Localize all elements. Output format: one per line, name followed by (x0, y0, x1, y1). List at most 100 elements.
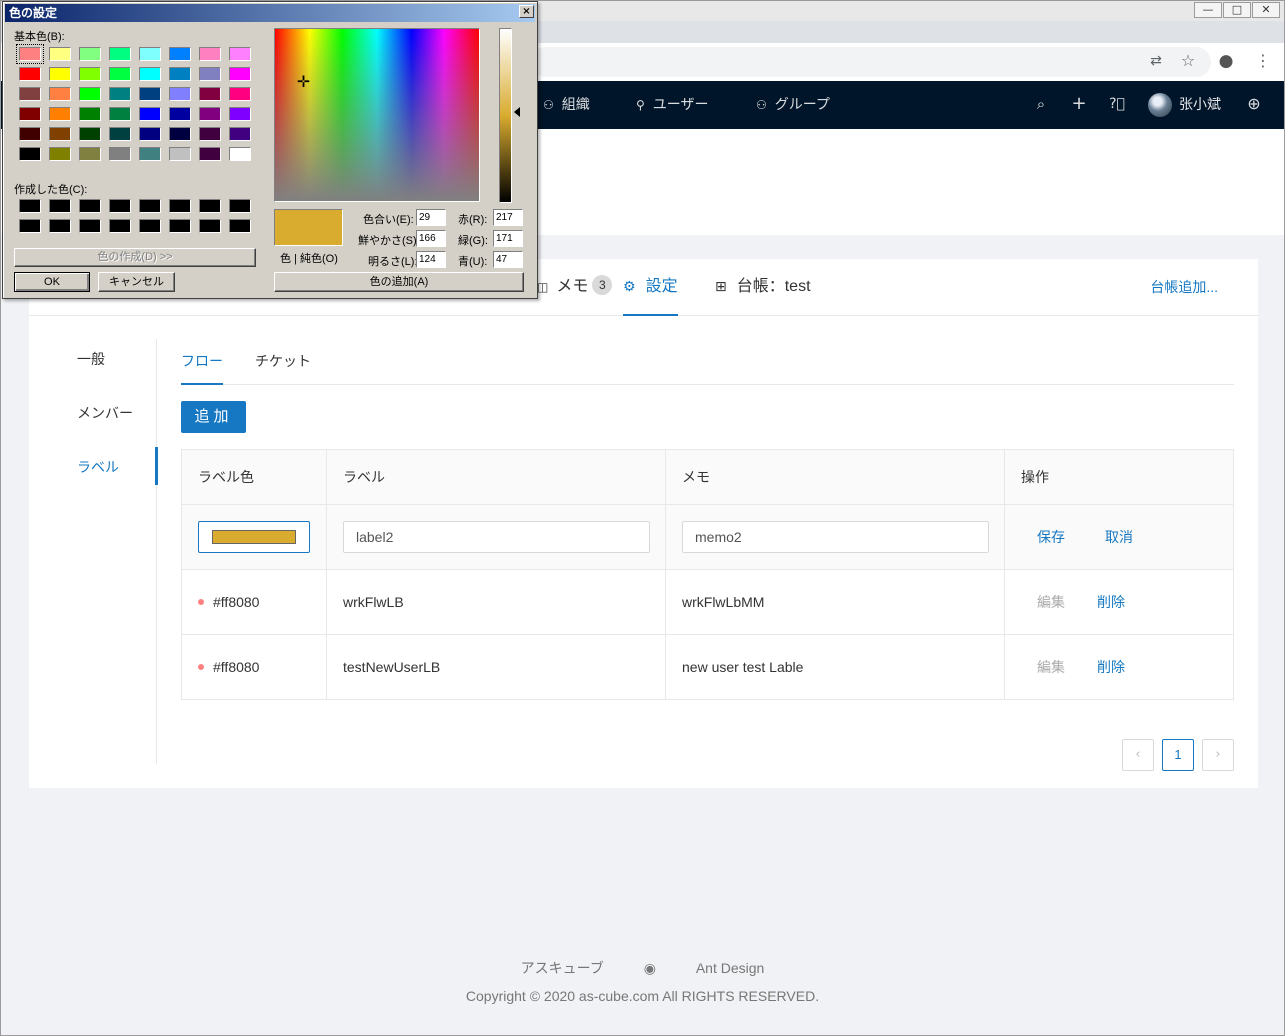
edit-button[interactable]: 編集 (1037, 592, 1065, 612)
luminosity-slider-arrow[interactable] (514, 107, 520, 117)
basic-color-swatch[interactable] (229, 47, 251, 61)
basic-color-swatch[interactable] (139, 67, 161, 81)
custom-color-swatch[interactable] (199, 199, 221, 213)
basic-color-swatch[interactable] (79, 147, 101, 161)
basic-color-swatch[interactable] (49, 47, 71, 61)
side-item-general[interactable]: 一般 (77, 349, 105, 369)
custom-color-swatch[interactable] (79, 219, 101, 233)
basic-color-swatch[interactable] (19, 147, 41, 161)
avatar[interactable] (1148, 93, 1172, 117)
basic-color-swatch[interactable] (19, 87, 41, 101)
custom-color-swatch[interactable] (19, 219, 41, 233)
save-button[interactable]: 保存 (1037, 527, 1065, 547)
red-field[interactable]: 217 (493, 209, 523, 226)
cancel-button[interactable]: 取消 (1105, 527, 1133, 547)
basic-color-swatch[interactable] (49, 127, 71, 141)
side-item-labels[interactable]: ラベル (77, 457, 119, 477)
basic-color-swatch[interactable] (229, 127, 251, 141)
blue-field[interactable]: 47 (493, 251, 523, 268)
translate-icon[interactable]: ⇄ (1147, 52, 1165, 70)
nav-item-users[interactable]: ⚲ ユーザー (636, 81, 709, 129)
delete-button[interactable]: 削除 (1097, 657, 1125, 677)
ok-button[interactable]: OK (14, 272, 90, 292)
star-icon[interactable]: ☆ (1179, 52, 1197, 70)
basic-color-swatch[interactable] (199, 87, 221, 101)
basic-color-swatch[interactable] (109, 147, 131, 161)
dialog-cancel-button[interactable]: キャンセル (98, 272, 175, 292)
define-custom-colors-button[interactable]: 色の作成(D) >> (14, 248, 256, 267)
hue-field[interactable]: 29 (416, 209, 446, 226)
basic-color-swatch[interactable] (169, 127, 191, 141)
github-icon[interactable]: ◉ (644, 961, 656, 977)
label-color-picker[interactable] (198, 521, 310, 553)
search-icon[interactable]: ⌕ (1031, 94, 1051, 114)
basic-color-swatch[interactable] (139, 107, 161, 121)
side-item-members[interactable]: メンバー (77, 403, 133, 423)
custom-color-swatch[interactable] (109, 219, 131, 233)
page-1-button[interactable]: 1 (1162, 739, 1194, 771)
question-icon[interactable]: ?⃝ (1107, 94, 1127, 114)
custom-color-swatch[interactable] (49, 199, 71, 213)
basic-color-swatch[interactable] (109, 127, 131, 141)
basic-color-swatch[interactable] (109, 67, 131, 81)
custom-color-swatch[interactable] (229, 219, 251, 233)
basic-color-swatch[interactable] (139, 47, 161, 61)
edit-button[interactable]: 編集 (1037, 657, 1065, 677)
basic-color-swatch[interactable] (199, 107, 221, 121)
luminosity-bar[interactable] (499, 28, 512, 203)
basic-color-swatch[interactable] (19, 67, 41, 81)
dialog-close-button[interactable]: × (519, 5, 534, 18)
basic-color-swatch[interactable] (79, 87, 101, 101)
basic-color-swatch[interactable] (229, 107, 251, 121)
basic-color-swatch[interactable] (229, 147, 251, 161)
tab-ticket[interactable]: チケット (255, 351, 311, 371)
basic-color-swatch[interactable] (169, 87, 191, 101)
lum-field[interactable]: 124 (416, 251, 446, 268)
basic-color-swatch[interactable] (19, 127, 41, 141)
custom-color-swatch[interactable] (19, 199, 41, 213)
green-field[interactable]: 171 (493, 230, 523, 247)
basic-color-swatch[interactable] (229, 87, 251, 101)
username[interactable]: 张小斌 (1179, 81, 1221, 127)
custom-color-swatch[interactable] (229, 199, 251, 213)
custom-color-swatch[interactable] (79, 199, 101, 213)
basic-color-swatch[interactable] (169, 47, 191, 61)
menu-icon[interactable]: ⋮ (1254, 52, 1272, 70)
basic-color-swatch[interactable] (199, 147, 221, 161)
add-ledger-link[interactable]: 台帳追加... (1150, 259, 1218, 315)
basic-color-swatch[interactable] (229, 67, 251, 81)
basic-color-swatch[interactable] (49, 147, 71, 161)
custom-color-swatch[interactable] (169, 199, 191, 213)
nav-item-groups[interactable]: ⚇ グループ (756, 81, 830, 129)
globe-icon[interactable]: ⊕ (1244, 94, 1264, 114)
custom-color-swatch[interactable] (139, 219, 161, 233)
basic-color-swatch[interactable] (19, 107, 41, 121)
basic-color-swatch[interactable] (109, 87, 131, 101)
basic-color-swatch[interactable] (79, 127, 101, 141)
basic-color-swatch[interactable] (49, 87, 71, 101)
basic-color-swatch[interactable] (199, 127, 221, 141)
custom-color-swatch[interactable] (139, 199, 161, 213)
basic-color-swatch[interactable] (109, 107, 131, 121)
restore-button[interactable]: □ (1223, 2, 1251, 18)
custom-color-swatch[interactable] (169, 219, 191, 233)
basic-color-swatch[interactable] (139, 87, 161, 101)
tab-ledger-test[interactable]: ⊞ 台帳：test (715, 259, 811, 316)
basic-color-swatch[interactable] (16, 44, 44, 64)
label-name-input[interactable] (343, 521, 650, 553)
add-to-custom-colors-button[interactable]: 色の追加(A) (274, 272, 524, 292)
custom-color-swatch[interactable] (109, 199, 131, 213)
basic-color-swatch[interactable] (139, 127, 161, 141)
tab-flow[interactable]: フロー (181, 351, 223, 371)
add-label-button[interactable]: 追加 (181, 401, 246, 433)
basic-color-swatch[interactable] (109, 47, 131, 61)
basic-color-swatch[interactable] (79, 47, 101, 61)
next-page-button[interactable]: › (1202, 739, 1234, 771)
custom-color-swatch[interactable] (199, 219, 221, 233)
sat-field[interactable]: 166 (416, 230, 446, 247)
nav-item-organization[interactable]: ⚇ 組織 (543, 81, 590, 129)
basic-color-swatch[interactable] (199, 67, 221, 81)
footer-link-antdesign[interactable]: Ant Design (696, 960, 764, 976)
basic-color-swatch[interactable] (169, 147, 191, 161)
label-memo-input[interactable] (682, 521, 989, 553)
